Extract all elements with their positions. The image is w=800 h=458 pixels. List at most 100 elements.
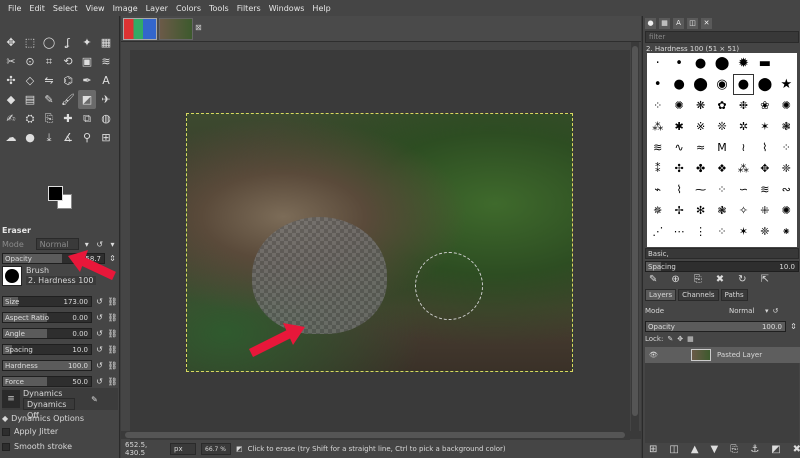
foreground-select-icon[interactable]: ⊙ [21, 52, 39, 71]
brush-preset-icon[interactable]: ✱ [668, 116, 689, 137]
lock-pixels-icon[interactable]: ✎ [667, 335, 673, 343]
layer-name[interactable]: Pasted Layer [717, 351, 762, 359]
brush-preset-icon[interactable]: ⁘ [776, 137, 797, 158]
brush-preset-icon[interactable]: ⁂ [647, 116, 668, 137]
link-icon[interactable]: ⛓ [107, 376, 118, 387]
raise-layer-icon[interactable]: ▲ [691, 444, 699, 455]
chevron-down-icon[interactable]: ▾ [107, 239, 118, 250]
brush-preset-icon[interactable]: ❋ [690, 95, 711, 116]
spin-arrows-icon[interactable]: ⇕ [788, 321, 799, 332]
menu-image[interactable]: Image [109, 4, 142, 13]
menu-filters[interactable]: Filters [233, 4, 265, 13]
brush-preset-icon[interactable]: ❃ [711, 200, 732, 221]
reset-icon[interactable]: ↺ [94, 312, 105, 323]
brush-preset-icon[interactable]: ❃ [776, 116, 797, 137]
apply-jitter-row[interactable]: Apply Jitter [2, 427, 118, 436]
patterns-tab-icon[interactable]: ▦ [659, 17, 670, 29]
brush-preset-icon[interactable]: ⁜ [754, 200, 775, 221]
brush-preset-icon[interactable]: ✶ [733, 221, 754, 242]
transform-icon[interactable]: ⟲ [59, 52, 77, 71]
clone-icon[interactable]: ⎘ [40, 109, 58, 128]
tab-layers[interactable]: Layers [645, 289, 677, 301]
link-icon[interactable]: ⛓ [107, 312, 118, 323]
brush-preset-icon[interactable]: ⁘ [711, 221, 732, 242]
delete-layer-icon[interactable]: ✖ [793, 444, 800, 455]
vertical-scroll-knob[interactable] [632, 46, 638, 416]
brush-preset-icon[interactable]: ✵ [647, 200, 668, 221]
brush-preset-dropdown[interactable]: Basic, [645, 248, 799, 259]
duplicate-layer-icon[interactable]: ⎘ [730, 444, 738, 455]
close-dock-icon[interactable]: ✕ [701, 17, 712, 29]
new-layer-icon[interactable]: ⊞ [649, 444, 657, 455]
ink-icon[interactable]: ✍ [2, 109, 20, 128]
brush-preset-icon[interactable]: ⁂ [733, 158, 754, 179]
spacing-slider[interactable]: Spacing 10.0 [2, 344, 92, 355]
brush-preset-icon[interactable]: ≀ [733, 137, 754, 158]
image-canvas[interactable] [186, 113, 573, 372]
chevron-down-icon[interactable]: ▾ [765, 307, 769, 315]
brush-preset-icon[interactable]: · [647, 53, 668, 74]
reset-icon[interactable]: ↺ [94, 328, 105, 339]
paths-icon[interactable]: ✒ [78, 71, 96, 90]
layers-list-area[interactable] [645, 363, 799, 443]
heal-icon[interactable]: ✚ [59, 109, 77, 128]
menu-layer[interactable]: Layer [142, 4, 172, 13]
layer-row[interactable]: 👁 Pasted Layer [645, 347, 800, 363]
reset-icon[interactable]: ↺ [94, 344, 105, 355]
brush-preset-icon[interactable]: ● [732, 74, 755, 95]
brush-preset-icon[interactable]: ✧ [733, 200, 754, 221]
menu-tools[interactable]: Tools [205, 4, 233, 13]
tab-paths[interactable]: Paths [720, 289, 748, 301]
open-brush-icon[interactable]: ⇱ [761, 274, 769, 285]
text-icon[interactable]: A [97, 71, 115, 90]
brush-preset-icon[interactable]: ⌁ [647, 179, 668, 200]
reset-mode-icon[interactable]: ↺ [94, 239, 105, 250]
horizontal-scrollbar[interactable] [121, 431, 641, 439]
brush-preset-icon[interactable]: ⁘ [711, 179, 732, 200]
brush-preset-icon[interactable]: ⬤ [711, 53, 732, 74]
align-icon[interactable]: ⊞ [97, 128, 115, 147]
brush-preset-icon[interactable]: ⬤ [690, 74, 711, 95]
brush-preset-icon[interactable]: ✶ [754, 116, 775, 137]
brush-preset-icon[interactable]: ❖ [711, 158, 732, 179]
link-icon[interactable]: ⛓ [107, 344, 118, 355]
document-history-tab-icon[interactable]: ◫ [687, 17, 698, 29]
brush-preset-icon[interactable]: • [668, 53, 689, 74]
dynamics-preview-icon[interactable]: ≡ [2, 390, 20, 408]
brush-preset-icon[interactable]: ≈ [690, 137, 711, 158]
unified-transform-icon[interactable]: ▣ [78, 52, 96, 71]
new-group-icon[interactable]: ◫ [669, 444, 678, 455]
menu-view[interactable]: View [82, 4, 109, 13]
lasso-icon[interactable]: ʆ [59, 33, 77, 52]
blur-icon[interactable]: ◍ [97, 109, 115, 128]
menu-help[interactable]: Help [308, 4, 334, 13]
anchor-layer-icon[interactable]: ⚓ [750, 444, 759, 455]
fg-bg-colors[interactable] [48, 186, 74, 210]
brush-preset-icon[interactable]: ❈ [754, 221, 775, 242]
link-icon[interactable]: ⛓ [107, 296, 118, 307]
crop-icon[interactable]: ⌗ [40, 52, 58, 71]
delete-brush-icon[interactable]: ✖ [716, 274, 724, 285]
smooth-stroke-row[interactable]: Smooth stroke [2, 442, 118, 451]
force-slider[interactable]: Force 50.0 [2, 376, 92, 387]
hardness-slider[interactable]: Hardness 100.0 [2, 360, 92, 371]
brush-preset-icon[interactable]: ✤ [690, 158, 711, 179]
airbrush-icon[interactable]: ✈ [97, 90, 115, 109]
brush-preset-icon[interactable]: ∽ [733, 179, 754, 200]
brush-preset-icon[interactable]: ⁘ [647, 95, 668, 116]
brush-preset-icon[interactable]: ❊ [711, 116, 732, 137]
perspective-icon[interactable]: ◇ [21, 71, 39, 90]
edit-brush-icon[interactable]: ✎ [649, 274, 657, 285]
brush-preset-icon[interactable]: ▬ [754, 53, 775, 74]
layer-mode-dropdown[interactable]: Normal [729, 307, 763, 315]
brush-spacing-slider[interactable]: Spacing 10.0 [645, 261, 799, 272]
apply-jitter-checkbox[interactable] [2, 427, 10, 436]
brush-preset-icon[interactable]: ∾ [776, 179, 797, 200]
fuzzy-select-icon[interactable]: ✦ [78, 33, 96, 52]
unit-dropdown[interactable]: px [170, 443, 196, 455]
menu-select[interactable]: Select [49, 4, 82, 13]
brush-preset-icon[interactable]: ❀ [754, 95, 775, 116]
new-brush-icon[interactable]: ⊕ [671, 274, 679, 285]
brush-preset-icon[interactable]: ∿ [668, 137, 689, 158]
brush-preset-icon[interactable]: ✢ [668, 200, 689, 221]
